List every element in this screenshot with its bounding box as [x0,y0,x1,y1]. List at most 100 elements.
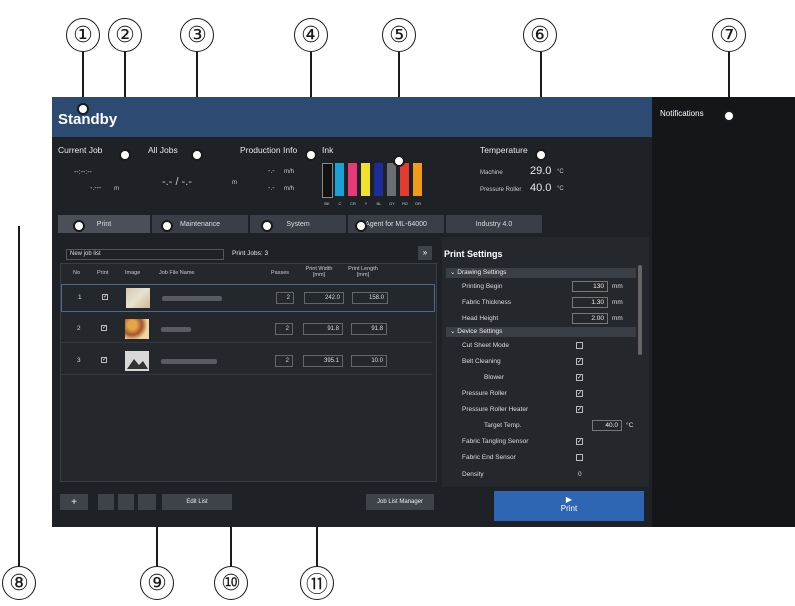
production-speed-2: -.- [268,185,275,192]
callout-11: ⑪ [300,566,334,600]
ink-label-c: C [338,201,342,206]
job-list-manager-button[interactable]: Job List Manager [366,494,434,510]
ink-label-cr: CR [350,201,356,206]
row-print-width[interactable]: 242.0 [304,292,344,304]
tab-print[interactable]: Print [58,215,150,233]
callout-7: ⑦ [712,18,746,52]
table-row[interactable]: 3 ✓ 2 395.1 10.0 [61,348,433,375]
ink-label: Ink [322,145,334,155]
row-print-width[interactable]: 395.1 [303,355,343,367]
callout-6: ⑥ [523,18,557,52]
print-button[interactable]: ▶ Print [494,491,644,521]
row-passes[interactable]: 2 [275,355,293,367]
machine-temp-unit: °C [557,169,564,175]
add-job-button[interactable]: + [60,494,88,510]
temperature-label: Temperature [480,145,528,155]
printing-begin-input[interactable]: 130 [572,281,608,292]
pressure-roller-heater-label: Pressure Roller Heater [462,406,529,413]
current-job-unit: m [114,186,119,192]
current-job-length: -.--- [90,185,102,192]
blower-checkbox[interactable]: ✓ [576,374,583,381]
callout-2: ② [108,18,142,52]
callout-anchor-8 [73,220,85,232]
row-no: 1 [78,294,82,301]
ink-label-or: OR [415,201,421,206]
delete-button[interactable] [138,494,156,510]
row-print-checkbox[interactable]: ✓ [101,325,107,331]
target-temp-input[interactable]: 40.0 [592,420,622,431]
density-value: 0 [578,471,582,478]
head-height-unit: mm [612,315,623,322]
roller-temp-unit: °C [557,186,564,192]
fabric-thickness-label: Fabric Thickness [462,299,512,306]
callout-anchor-5 [393,155,405,167]
ink-bar-or [413,163,422,196]
ink-bar-bk [322,163,333,198]
callout-3: ③ [180,18,214,52]
status-bar: Standby [52,97,652,137]
ink-bar-gy [387,163,396,196]
all-jobs-unit: m [232,180,237,186]
head-height-input[interactable]: 2.00 [572,313,608,324]
move-up-button[interactable] [98,494,114,510]
row-file-name-blurred [161,327,191,332]
density-label: Density [462,471,484,478]
fabric-end-sensor-checkbox[interactable] [576,454,583,461]
fabric-thickness-input[interactable]: 1.30 [572,297,608,308]
fabric-thickness-unit: mm [612,299,623,306]
row-passes[interactable]: 2 [275,323,293,335]
section-device-settings[interactable]: ⌄ Device Settings [446,327,636,337]
table-row[interactable]: 2 ✓ 2 91.8 91.8 [61,316,433,343]
pressure-roller-checkbox[interactable]: ✓ [576,390,583,397]
job-list-selector[interactable]: New job list [66,249,224,260]
row-passes[interactable]: 2 [276,292,294,304]
belt-cleaning-label: Belt Cleaning [462,358,501,365]
ink-label-rd: RD [402,201,408,206]
col-print-width: Print Width [mm] [305,266,333,278]
row-print-checkbox[interactable]: ✓ [101,357,107,363]
pressure-roller-heater-checkbox[interactable]: ✓ [576,406,583,413]
callout-1: ① [66,18,100,52]
fabric-tangling-sensor-checkbox[interactable]: ✓ [576,438,583,445]
callout-anchor-9 [161,220,173,232]
table-row[interactable]: 1 ✓ 2 242.0 158.0 [61,284,435,312]
all-jobs-label: All Jobs [148,145,178,155]
ink-bar-bl [374,163,383,196]
printer-app-window: Standby Notifications Current Job --:--:… [52,97,795,527]
col-image: Image [125,270,141,276]
production-info-label: Production Info [240,145,298,155]
callout-anchor-3 [191,149,203,161]
ink-label-y: Y [364,201,368,206]
row-print-length[interactable]: 158.0 [352,292,388,304]
col-print-length: Print Length [mm] [348,266,378,278]
expand-button[interactable]: » [418,246,432,260]
callout-anchor-11 [355,220,367,232]
printing-begin-unit: mm [612,283,623,290]
fabric-end-sensor-label: Fabric End Sensor [462,454,516,461]
row-file-name-blurred [161,359,217,364]
target-temp-unit: °C [626,422,634,429]
row-print-width[interactable]: 91.8 [303,323,343,335]
print-settings-panel: Print Settings ⌄ Drawing Settings Printi… [442,237,649,487]
settings-scrollbar[interactable] [638,265,642,355]
roller-temp-label: Pressure Roller [480,187,522,193]
cut-sheet-mode-checkbox[interactable] [576,342,583,349]
blower-label: Blower [484,374,504,381]
pressure-roller-label: Pressure Roller [462,390,507,397]
row-file-name-blurred [162,296,222,301]
row-print-checkbox[interactable]: ✓ [102,294,108,300]
row-print-length[interactable]: 91.8 [351,323,387,335]
section-drawing-settings[interactable]: ⌄ Drawing Settings [446,268,636,278]
notifications-panel[interactable]: Notifications [652,97,795,527]
row-print-length[interactable]: 10.0 [351,355,387,367]
edit-list-button[interactable]: Edit List [162,494,232,510]
current-job-time: --:--:-- [74,169,92,176]
move-down-button[interactable] [118,494,134,510]
belt-cleaning-checkbox[interactable]: ✓ [576,358,583,365]
callout-8: ⑧ [2,566,36,600]
tab-industry[interactable]: Industry 4.0 [446,215,542,233]
notifications-title: Notifications [660,109,704,118]
status-title: Standby [58,111,118,128]
production-speed-1: -.- [268,168,275,175]
ink-label-bk: BK [324,201,330,206]
